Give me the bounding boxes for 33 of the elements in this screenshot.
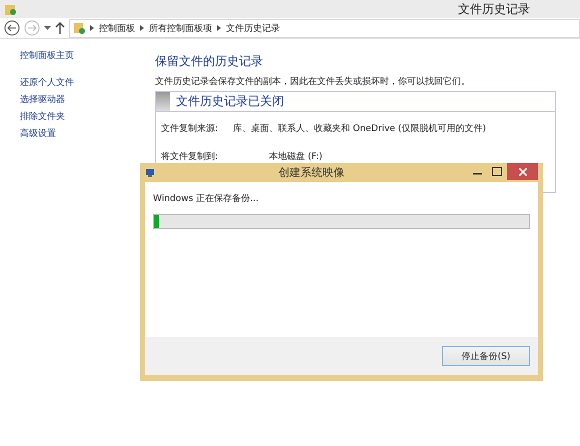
row-value: 库、桌面、联系人、收藏夹和 OneDrive (仅限脱机可用的文件): [233, 122, 486, 134]
row-label: 文件复制来源:: [161, 122, 220, 134]
sidebar-link[interactable]: 控制面板主页: [20, 49, 155, 62]
close-button[interactable]: [507, 163, 538, 180]
back-icon[interactable]: [4, 20, 20, 36]
chevron-icon: [217, 25, 221, 31]
dialog-title: 创建系统映像: [278, 165, 346, 180]
close-icon: [518, 168, 526, 176]
description: 文件历史记录会保存文件的副本，因此在文件丢失或损坏时，你可以找回它们。: [155, 76, 471, 88]
chevron-icon: [140, 25, 144, 31]
sidebar-link[interactable]: 高级设置: [20, 127, 155, 140]
window-title: 文件历史记录: [458, 0, 530, 18]
status-icon: [156, 92, 170, 111]
sidebar-link[interactable]: 还原个人文件: [20, 76, 155, 89]
folder-icon: [4, 2, 17, 16]
sidebar-link[interactable]: 选择驱动器: [20, 93, 155, 106]
breadcrumb-item[interactable]: 控制面板: [99, 22, 135, 34]
breadcrumb-item[interactable]: 文件历史记录: [226, 22, 280, 34]
caret-icon[interactable]: [44, 26, 51, 30]
maximize-icon[interactable]: [492, 167, 502, 176]
row-label: 将文件复制到:: [161, 150, 220, 162]
status-message: Windows 正在保存备份...: [153, 192, 260, 205]
up-arrow-icon[interactable]: [55, 22, 65, 34]
address-bar[interactable]: 控制面板 所有控制面板项 文件历史记录: [69, 18, 580, 38]
sidebar-link[interactable]: 排除文件夹: [20, 110, 155, 123]
computer-icon: [145, 167, 156, 178]
row-value: 本地磁盘 (F:): [269, 150, 322, 162]
status-title: 文件历史记录已关闭: [176, 93, 284, 110]
stop-backup-button[interactable]: 停止备份(S): [442, 346, 530, 366]
chevron-icon: [90, 25, 94, 31]
folder-icon: [73, 22, 85, 34]
page-heading: 保留文件的历史记录: [155, 53, 264, 70]
breadcrumb-item[interactable]: 所有控制面板项: [149, 22, 212, 34]
